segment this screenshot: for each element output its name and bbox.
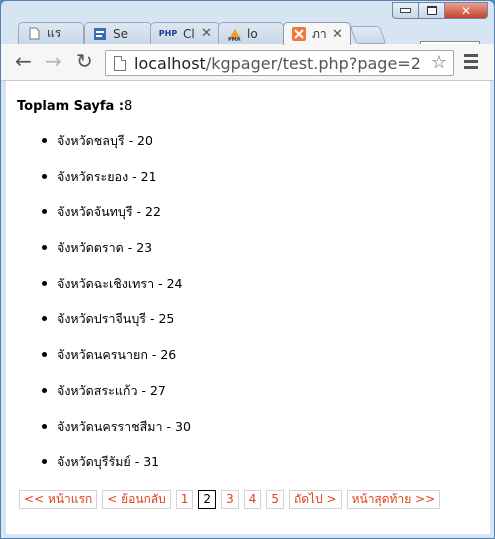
first-page-link[interactable]: << หน้าแรก: [19, 490, 98, 509]
list-item: จังหวัดระยอง - 21: [6, 169, 191, 205]
window-controls: ✕: [392, 2, 488, 19]
last-page-link[interactable]: หน้าสุดท้าย >>: [346, 490, 441, 509]
script-icon: [93, 27, 107, 41]
total-label: Toplam Sayfa :: [17, 99, 125, 114]
page-link-3[interactable]: 3: [221, 490, 239, 509]
url-text: localhost/kgpager/test.php?page=2: [134, 54, 421, 73]
forward-icon[interactable]: →: [45, 51, 62, 71]
address-bar[interactable]: localhost/kgpager/test.php?page=2 ☆: [105, 50, 454, 76]
svg-text:PMA: PMA: [228, 37, 241, 41]
tab-label: แร: [47, 26, 62, 40]
list-item: จังหวัดบุรีรัมย์ - 31: [6, 454, 191, 490]
tab-3[interactable]: PHP Cl ✕: [150, 22, 220, 44]
page-info-icon: [114, 55, 126, 71]
pagination: << หน้าแรก < ย้อนกลับ 1 2 3 4 5 ถัดไป > …: [19, 490, 445, 509]
list-item: จังหวัดนครราชสีมา - 30: [6, 419, 191, 455]
new-tab-button[interactable]: [349, 26, 387, 44]
list-item: จังหวัดปราจีนบุรี - 25: [6, 311, 191, 347]
tab-label: Cl: [183, 26, 195, 41]
url-host: localhost: [134, 53, 206, 73]
back-icon[interactable]: ←: [15, 51, 32, 71]
browser-toolbar: ← → ↻ localhost/kgpager/test.php?page=2 …: [1, 44, 494, 81]
minimize-button[interactable]: [392, 2, 418, 19]
minimize-icon: [400, 8, 411, 13]
prev-page-link[interactable]: < ย้อนกลับ: [102, 490, 171, 509]
close-window-button[interactable]: ✕: [444, 2, 488, 19]
page-link-1[interactable]: 1: [175, 490, 194, 509]
close-tab-icon[interactable]: ✕: [201, 26, 212, 41]
list-item: จังหวัดนครนายก - 26: [6, 347, 191, 383]
list-item: จังหวัดชลบุรี - 20: [6, 133, 191, 169]
tab-label: lo: [247, 26, 258, 41]
url-path: /kgpager/test.php?page=2: [205, 53, 421, 73]
browser-window: ✕ แร Se PHP Cl ✕ PMA lo ภา ✕ ← → ↻ local…: [0, 0, 495, 539]
reload-icon[interactable]: ↻: [76, 51, 93, 71]
menu-icon[interactable]: [464, 54, 478, 72]
page-content: Toplam Sayfa :8 จังหวัดชลบุรี - 20 จังหว…: [6, 81, 490, 534]
page-icon: [27, 27, 41, 41]
tab-label: Se: [113, 26, 128, 41]
tab-2[interactable]: Se: [84, 22, 152, 44]
list-item: จังหวัดตราด - 23: [6, 240, 191, 276]
php-icon: PHP: [158, 29, 178, 38]
current-page: 2: [198, 490, 217, 509]
tab-5[interactable]: ภา ✕: [283, 22, 351, 45]
page-link-4[interactable]: 4: [243, 490, 262, 509]
bookmark-star-icon[interactable]: ☆: [431, 52, 447, 73]
phpmyadmin-icon: PMA: [227, 27, 241, 41]
list-item: จังหวัดสระแก้ว - 27: [6, 383, 191, 419]
tab-label: ภา: [312, 26, 326, 41]
maximize-button[interactable]: [418, 2, 444, 19]
total-pages: Toplam Sayfa :8: [17, 99, 132, 114]
close-tab-icon[interactable]: ✕: [332, 27, 343, 42]
province-list: จังหวัดชลบุรี - 20 จังหวัดระยอง - 21 จัง…: [6, 133, 191, 490]
tab-1[interactable]: แร: [18, 22, 84, 44]
tab-4[interactable]: PMA lo: [218, 22, 284, 44]
list-item: จังหวัดฉะเชิงเทรา - 24: [6, 276, 191, 312]
list-item: จังหวัดจันทบุรี - 22: [6, 204, 191, 240]
xampp-icon: [292, 27, 306, 41]
total-value: 8: [124, 99, 133, 114]
page-link-5[interactable]: 5: [266, 490, 284, 509]
next-page-link[interactable]: ถัดไป >: [288, 490, 342, 509]
maximize-icon: [426, 6, 437, 15]
close-icon: ✕: [460, 3, 472, 18]
